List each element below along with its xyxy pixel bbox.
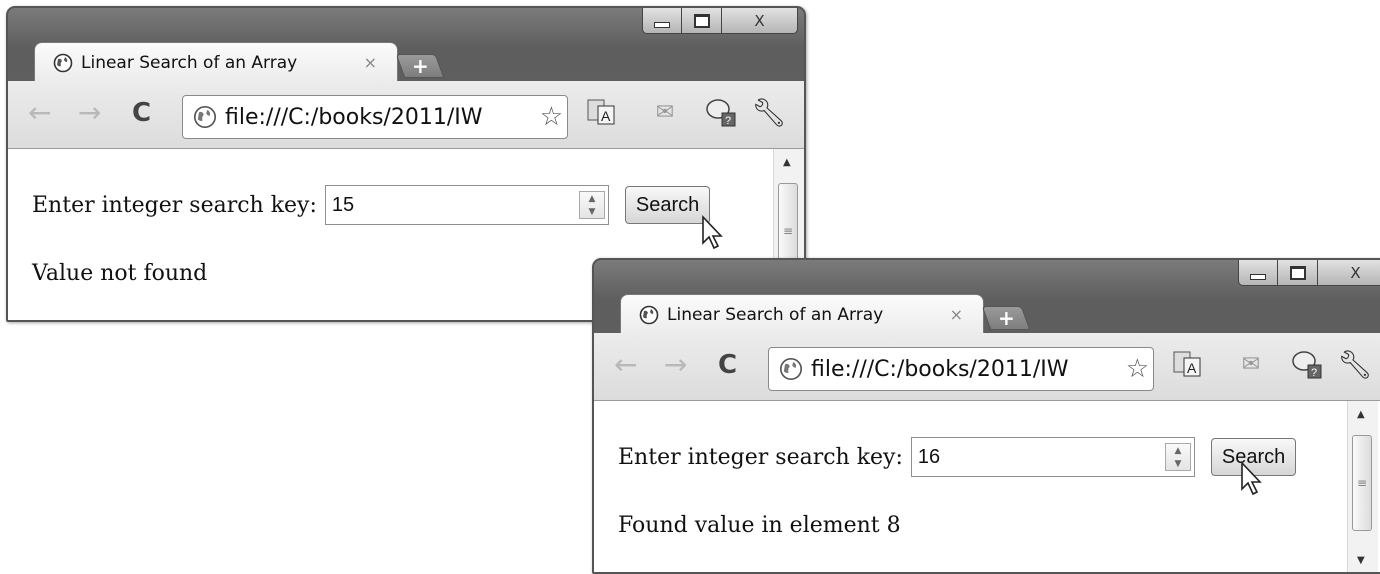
wrench-icon[interactable]: 🔧︎ — [1337, 347, 1373, 381]
wrench-icon[interactable]: 🔧︎ — [751, 95, 787, 129]
result-text: Found value in element 8 — [618, 513, 901, 538]
help-icon[interactable]: ? — [1290, 347, 1324, 381]
star-icon[interactable]: ☆ — [540, 102, 563, 132]
svg-text:A: A — [601, 108, 611, 124]
globe-icon — [639, 305, 659, 324]
result-text: Value not found — [32, 261, 208, 286]
close-window-button[interactable]: X — [1318, 260, 1380, 286]
plus-icon: + — [997, 306, 1015, 330]
browser-window-2: X Linear Search of an Array × + ← → C fi… — [592, 258, 1380, 574]
scroll-thumb[interactable]: ≡ — [1352, 435, 1372, 531]
search-button[interactable]: Search — [624, 186, 711, 224]
close-tab-icon[interactable]: × — [364, 53, 377, 72]
search-key-label: Enter integer search key: — [32, 192, 317, 218]
globe-icon — [193, 105, 217, 129]
search-form: Enter integer search key: 16 ▲ ▼ Search — [618, 437, 1297, 477]
mouse-cursor-icon — [1241, 461, 1262, 496]
window-controls: X — [1238, 260, 1380, 286]
maximize-button[interactable] — [682, 8, 722, 34]
number-stepper[interactable]: ▲ ▼ — [1164, 443, 1191, 471]
mail-icon[interactable]: ✉ — [648, 95, 682, 129]
svg-text:A: A — [1187, 360, 1197, 376]
search-key-input[interactable]: 16 ▲ ▼ — [910, 437, 1195, 477]
reload-button[interactable]: C — [132, 99, 151, 127]
mouse-cursor-icon — [702, 215, 723, 250]
translate-icon[interactable]: A — [584, 95, 618, 129]
maximize-button[interactable] — [1278, 260, 1318, 286]
address-bar[interactable]: file:///C:/books/2011/IW ☆ — [182, 95, 568, 139]
star-icon[interactable]: ☆ — [1126, 354, 1149, 384]
minimize-icon — [1250, 273, 1266, 280]
browser-tab[interactable]: Linear Search of an Array × — [620, 294, 984, 334]
mail-icon[interactable]: ✉ — [1234, 347, 1268, 381]
reload-button[interactable]: C — [718, 351, 737, 379]
address-url: file:///C:/books/2011/IW — [811, 356, 1069, 382]
vertical-scrollbar[interactable]: ▲ ≡ ▼ — [1347, 401, 1378, 572]
close-window-button[interactable]: X — [722, 8, 798, 34]
browser-toolbar: ← → C file:///C:/books/2011/IW ☆ A ✉ ? 🔧… — [594, 333, 1380, 401]
page-content: Enter integer search key: 16 ▲ ▼ Search F… — [594, 401, 1380, 572]
number-stepper[interactable]: ▲ ▼ — [578, 191, 605, 219]
tab-title: Linear Search of an Array — [667, 304, 884, 325]
scroll-up-icon[interactable]: ▲ — [1357, 409, 1365, 420]
globe-icon — [53, 53, 73, 72]
translate-icon[interactable]: A — [1170, 347, 1204, 381]
search-key-input[interactable]: 15 ▲ ▼ — [324, 185, 609, 225]
scroll-down-icon[interactable]: ▼ — [1357, 555, 1365, 566]
minimize-button[interactable] — [1238, 260, 1278, 286]
close-tab-icon[interactable]: × — [950, 305, 963, 324]
help-icon[interactable]: ? — [704, 95, 738, 129]
address-url: file:///C:/books/2011/IW — [225, 104, 483, 130]
plus-icon: + — [411, 54, 429, 78]
globe-icon — [779, 357, 803, 381]
search-key-label: Enter integer search key: — [618, 444, 903, 470]
scroll-up-icon[interactable]: ▲ — [783, 157, 791, 168]
search-key-value: 15 — [331, 193, 355, 216]
maximize-icon — [1289, 265, 1306, 280]
tab-title: Linear Search of an Array — [81, 52, 298, 73]
forward-button[interactable]: → — [78, 99, 101, 127]
svg-text:?: ? — [725, 115, 731, 127]
svg-text:?: ? — [1311, 367, 1317, 379]
forward-button[interactable]: → — [664, 351, 687, 379]
address-bar[interactable]: file:///C:/books/2011/IW ☆ — [768, 347, 1154, 391]
search-form: Enter integer search key: 15 ▲ ▼ Search — [32, 185, 711, 225]
window-controls: X — [642, 8, 798, 34]
maximize-icon — [693, 13, 710, 28]
minimize-icon — [654, 21, 670, 28]
browser-toolbar: ← → C file:///C:/books/2011/IW ☆ A ✉ ? 🔧… — [8, 81, 804, 149]
browser-tab[interactable]: Linear Search of an Array × — [34, 42, 398, 82]
search-key-value: 16 — [917, 445, 941, 468]
new-tab-button[interactable]: + — [395, 54, 445, 78]
back-button[interactable]: ← — [614, 351, 637, 379]
back-button[interactable]: ← — [28, 99, 51, 127]
minimize-button[interactable] — [642, 8, 682, 34]
new-tab-button[interactable]: + — [981, 306, 1031, 330]
